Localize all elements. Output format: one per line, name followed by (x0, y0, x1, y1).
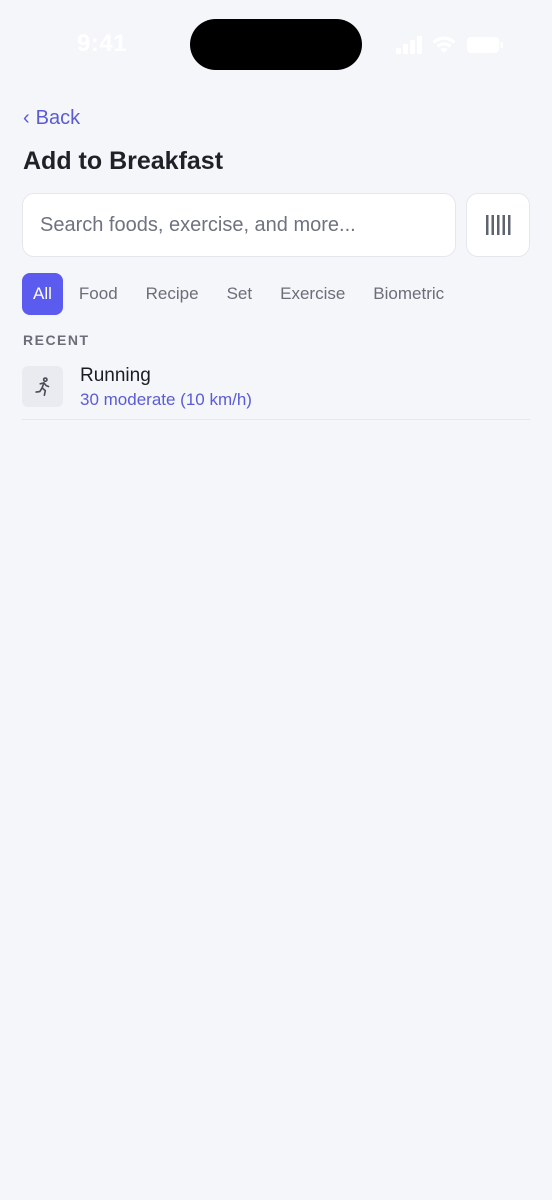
status-bar: 9:41 (0, 0, 552, 90)
screen: 9:41 ‹ Back Add to Breakfast Search food… (0, 0, 552, 1200)
battery-icon (467, 37, 503, 53)
tab-set[interactable]: Set (214, 273, 266, 315)
back-label: Back (35, 107, 81, 129)
tab-exercise[interactable]: Exercise (267, 273, 358, 315)
cellular-signal-icon (396, 36, 422, 54)
chevron-left-icon: ‹ (23, 107, 30, 129)
tab-biometric[interactable]: Biometric (360, 273, 457, 315)
barcode-icon (486, 215, 511, 235)
tab-recipe[interactable]: Recipe (133, 273, 212, 315)
search-box (22, 193, 456, 257)
wifi-icon (432, 36, 456, 53)
recent-section-label: RECENT (23, 332, 90, 348)
back-button[interactable]: ‹ Back (23, 107, 80, 130)
tab-all[interactable]: All (22, 273, 63, 315)
barcode-scan-button[interactable] (466, 193, 530, 257)
dynamic-island (190, 19, 362, 70)
status-time: 9:41 (77, 30, 128, 57)
search-input[interactable] (23, 194, 455, 256)
running-person-icon (22, 366, 63, 407)
page-title: Add to Breakfast (23, 147, 224, 175)
filter-tabs: All Food Recipe Set Exercise Biometric (22, 273, 459, 315)
recent-item-subtitle: 30 moderate (10 km/h) (80, 390, 252, 409)
recent-item-title: Running (80, 365, 151, 386)
status-icons (396, 35, 506, 55)
list-item[interactable]: Running 30 moderate (10 km/h) (22, 358, 530, 420)
tab-food[interactable]: Food (66, 273, 131, 315)
